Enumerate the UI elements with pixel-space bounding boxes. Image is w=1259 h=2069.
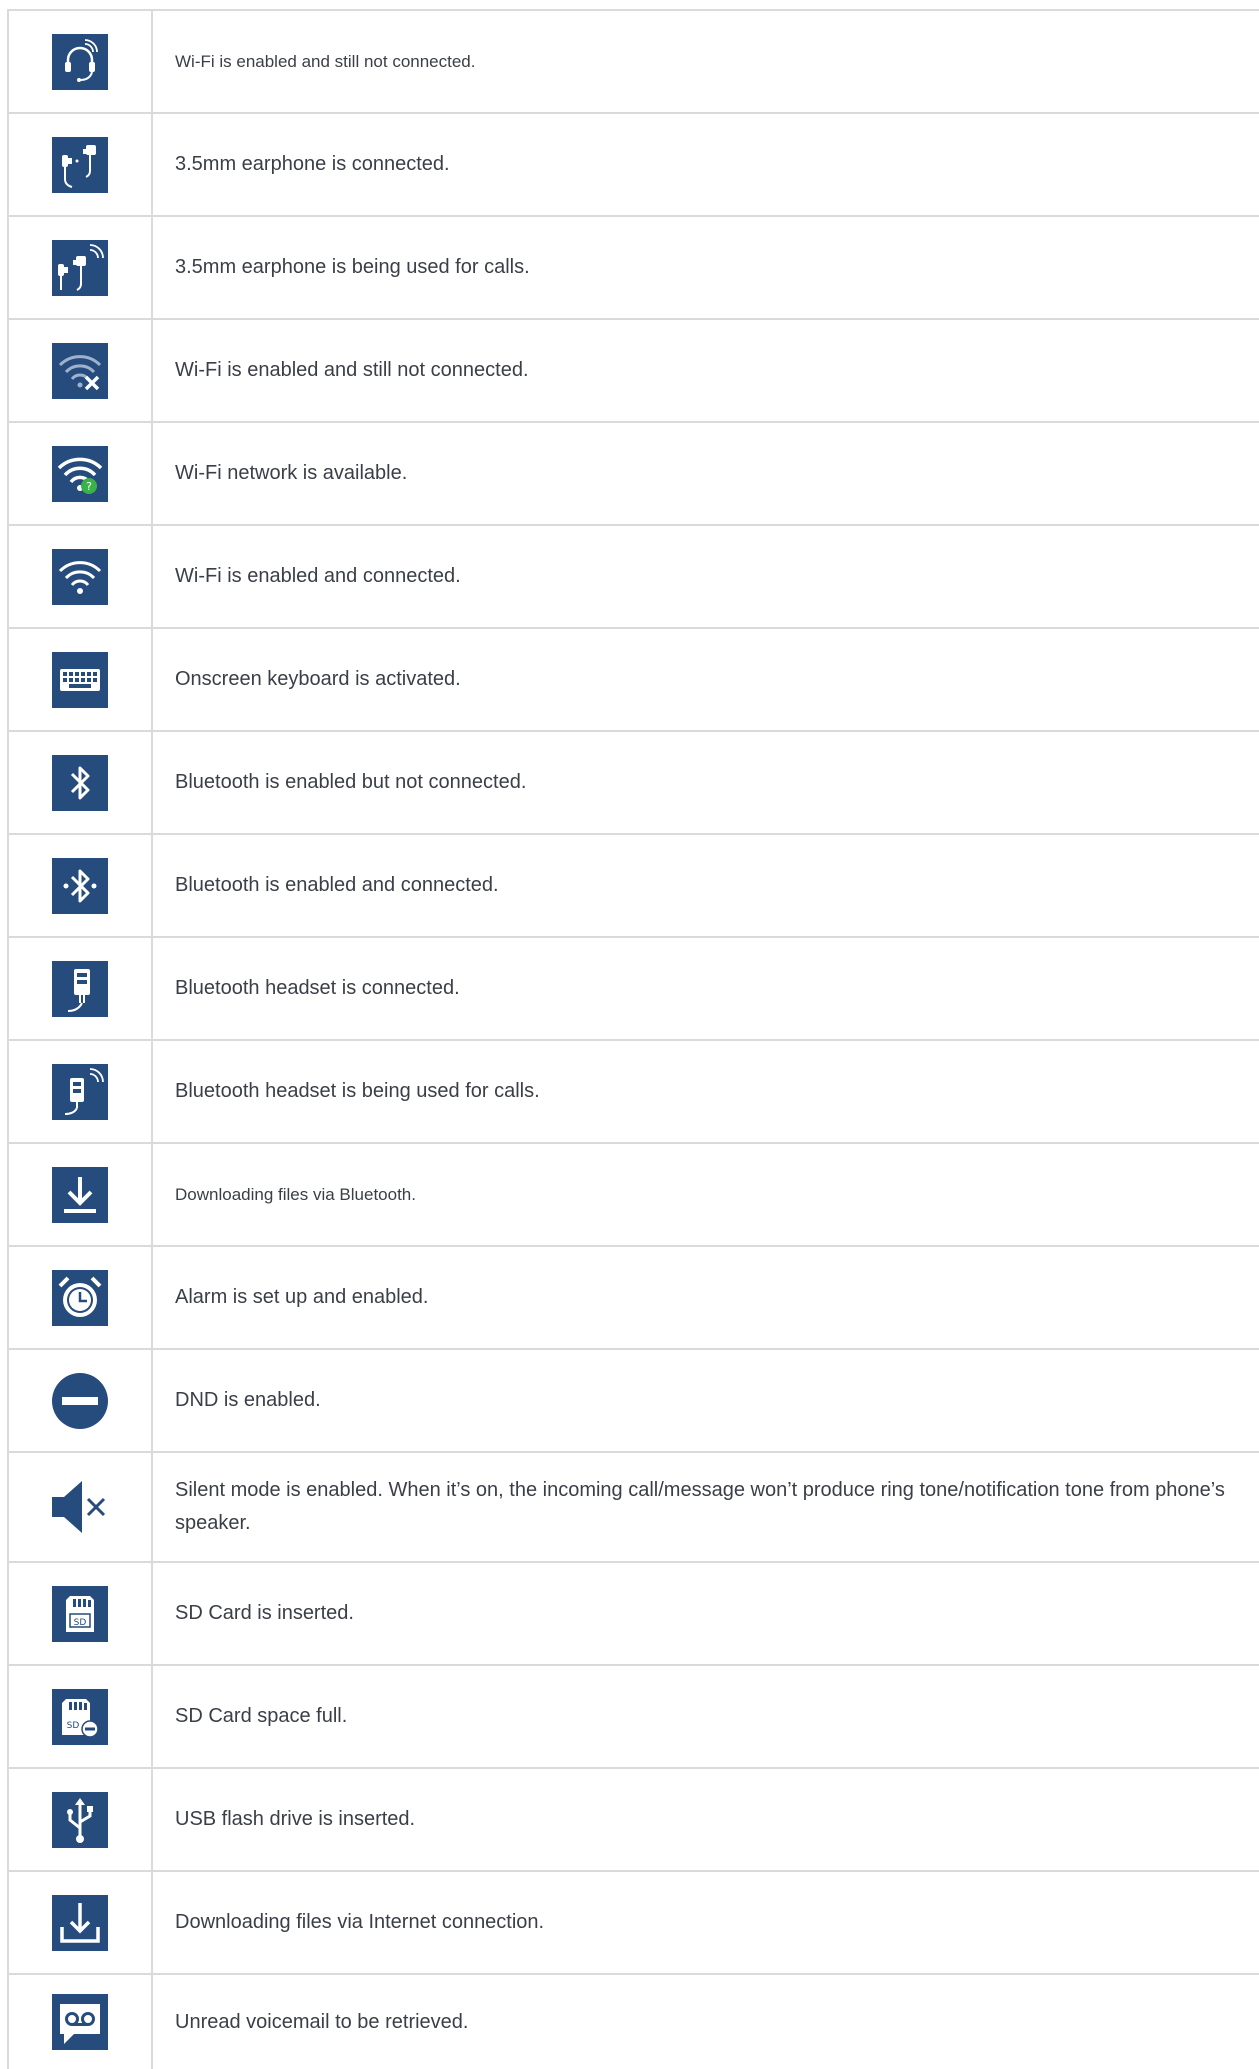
status-icon-table: Wi-Fi is enabled and still not connected… [7,9,1259,2069]
row-description: USB flash drive is inserted. [175,1808,416,1830]
icon-cell [7,1769,153,1870]
table-row: Wi-Fi is enabled and connected. [7,526,1259,629]
row-description: Alarm is set up and enabled. [175,1286,429,1308]
table-row: SD SD Card is inserted. [7,1563,1259,1666]
sd-card-icon: SD [52,1585,108,1642]
table-row: Downloading files via Bluetooth. [7,1144,1259,1247]
earphone-icon [52,136,108,193]
row-description: 3.5mm earphone is connected. [175,153,450,175]
row-description: 3.5mm earphone is being used for calls. [175,256,530,278]
table-row: Bluetooth headset is connected. [7,938,1259,1041]
icon-cell [7,835,153,936]
bluetooth-headset-call-icon [52,1063,108,1120]
wifi-available-icon: ? [52,445,108,502]
voicemail-icon [52,1994,108,2050]
icon-cell: SD [7,1563,153,1664]
icon-cell [7,526,153,627]
icon-cell [7,1453,153,1561]
row-description: SD Card is inserted. [175,1602,354,1624]
row-description: Bluetooth is enabled and connected. [175,874,499,896]
icon-cell [7,320,153,421]
row-description: Wi-Fi is enabled and still not connected… [175,52,476,71]
row-description: Downloading files via Internet connectio… [175,1911,545,1933]
bluetooth-headset-icon [52,960,108,1017]
table-row: Wi-Fi is enabled and still not connected… [7,320,1259,423]
table-row: SD SD Card space full. [7,1666,1259,1769]
icon-cell [7,1041,153,1142]
svg-text:SD: SD [67,1721,80,1731]
sd-card-full-icon: SD [52,1688,108,1745]
row-description: SD Card space full. [175,1705,348,1727]
table-row: USB flash drive is inserted. [7,1769,1259,1872]
icon-cell [7,938,153,1039]
icon-cell [7,1872,153,1973]
svg-text:SD: SD [74,1618,87,1628]
wifi-disconnected-icon [52,342,108,399]
icon-cell [7,11,153,112]
headset-wifi-icon [52,33,108,90]
icon-cell: SD [7,1666,153,1767]
icon-cell [7,1144,153,1245]
row-description: Wi-Fi is enabled and connected. [175,565,461,587]
table-row: Bluetooth headset is being used for call… [7,1041,1259,1144]
table-row: Downloading files via Internet connectio… [7,1872,1259,1975]
row-description: Bluetooth headset is being used for call… [175,1080,540,1102]
table-row: 3.5mm earphone is being used for calls. [7,217,1259,320]
icon-cell [7,1975,153,2069]
row-description: Onscreen keyboard is activated. [175,668,461,690]
icon-cell [7,217,153,318]
dnd-icon [52,1372,108,1429]
table-row: Silent mode is enabled. When it’s on, th… [7,1453,1259,1563]
row-description: DND is enabled. [175,1389,321,1411]
row-description: Silent mode is enabled. When it’s on, th… [175,1479,1225,1534]
silent-icon [52,1479,108,1535]
internet-download-icon [52,1894,108,1951]
row-description: Bluetooth is enabled but not connected. [175,771,527,793]
table-row: Bluetooth is enabled but not connected. [7,732,1259,835]
icon-cell [7,1350,153,1451]
row-description: Bluetooth headset is connected. [175,977,460,999]
row-description: Unread voicemail to be retrieved. [175,2010,469,2033]
icon-cell: ? [7,423,153,524]
alarm-icon [52,1269,108,1326]
icon-cell [7,732,153,833]
wifi-connected-icon [52,548,108,605]
table-row: 3.5mm earphone is connected. [7,114,1259,217]
table-row: Unread voicemail to be retrieved. [7,1975,1259,2069]
table-row: Onscreen keyboard is activated. [7,629,1259,732]
table-row: Wi-Fi is enabled and still not connected… [7,11,1259,114]
row-description: Downloading files via Bluetooth. [175,1185,416,1204]
table-row: DND is enabled. [7,1350,1259,1453]
keyboard-icon [52,651,108,708]
icon-cell [7,114,153,215]
row-description: Wi-Fi network is available. [175,462,408,484]
usb-icon [52,1791,108,1848]
table-row: ? Wi-Fi network is available. [7,423,1259,526]
earphone-call-icon [52,239,108,296]
svg-text:?: ? [86,480,92,493]
icon-cell [7,1247,153,1348]
table-row: Alarm is set up and enabled. [7,1247,1259,1350]
icon-cell [7,629,153,730]
row-description: Wi-Fi is enabled and still not connected… [175,359,529,381]
download-icon [52,1166,108,1223]
table-row: Bluetooth is enabled and connected. [7,835,1259,938]
bluetooth-icon [52,754,108,811]
bluetooth-connected-icon [52,857,108,914]
